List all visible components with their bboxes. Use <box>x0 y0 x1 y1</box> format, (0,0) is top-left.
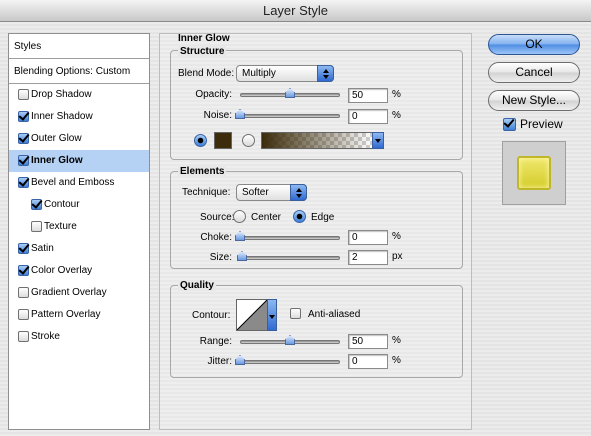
glow-gradient-picker[interactable] <box>261 132 373 149</box>
styles-header[interactable]: Styles <box>9 34 149 59</box>
contour-dropdown-arrow-icon[interactable] <box>267 299 277 331</box>
jitter-field[interactable]: 0 <box>348 354 388 369</box>
style-item-label: Satin <box>31 243 54 254</box>
window-title: Layer Style <box>0 0 591 22</box>
style-item-label: Inner Glow <box>31 155 83 166</box>
blend-mode-value: Multiply <box>242 68 276 79</box>
style-item-label: Stroke <box>31 331 60 342</box>
jitter-label: Jitter: <box>207 356 232 367</box>
size-slider[interactable] <box>240 256 340 260</box>
checkbox-icon[interactable] <box>18 133 29 144</box>
preview-label: Preview <box>520 117 563 131</box>
checkbox-icon[interactable] <box>18 309 29 320</box>
style-items: Drop Shadow Inner Shadow Outer Glow Inner G… <box>9 84 149 348</box>
checkbox-icon[interactable] <box>31 199 42 210</box>
inner-glow-panel: Inner Glow Structure Blend Mode: Multipl… <box>159 33 472 430</box>
glow-color-swatch[interactable] <box>214 132 232 149</box>
range-unit: % <box>392 335 401 346</box>
popup-arrow-icon <box>317 65 334 82</box>
new-style-button[interactable]: New Style... <box>488 90 580 111</box>
preview-thumbnail <box>517 156 551 190</box>
style-item-gradient-overlay[interactable]: Gradient Overlay <box>9 282 149 304</box>
style-preview <box>502 141 566 205</box>
checkbox-icon[interactable] <box>18 331 29 342</box>
quality-title: Quality <box>178 280 216 291</box>
size-unit: px <box>392 251 403 262</box>
technique-value: Softer <box>242 187 269 198</box>
style-item-label: Texture <box>44 221 77 232</box>
gradient-dropdown-arrow-icon[interactable] <box>372 132 384 149</box>
source-center-label: Center <box>251 212 282 223</box>
checkbox-icon[interactable] <box>18 177 29 188</box>
checkbox-icon[interactable] <box>31 221 42 232</box>
contour-label: Contour: <box>192 310 231 321</box>
cancel-button[interactable]: Cancel <box>488 62 580 83</box>
range-field[interactable]: 50 <box>348 334 388 349</box>
style-item-color-overlay[interactable]: Color Overlay <box>9 260 149 282</box>
style-item-texture[interactable]: Texture <box>9 216 149 238</box>
checkbox-icon[interactable] <box>18 243 29 254</box>
technique-label: Technique: <box>182 187 231 198</box>
style-item-contour[interactable]: Contour <box>9 194 149 216</box>
jitter-slider[interactable] <box>240 360 340 364</box>
checkbox-icon[interactable] <box>18 155 29 166</box>
source-edge-radio-icon[interactable] <box>293 210 306 223</box>
opacity-label: Opacity: <box>195 89 232 100</box>
style-item-pattern-overlay[interactable]: Pattern Overlay <box>9 304 149 326</box>
noise-unit: % <box>392 110 401 121</box>
style-item-label: Inner Shadow <box>31 111 93 122</box>
ok-button[interactable]: OK <box>488 34 580 55</box>
contour-curve-icon <box>237 300 267 330</box>
choke-unit: % <box>392 231 401 242</box>
blend-mode-select[interactable]: Multiply <box>236 65 334 82</box>
anti-aliased-checkbox[interactable] <box>290 308 301 319</box>
checkbox-icon[interactable] <box>18 111 29 122</box>
solid-color-radio-icon[interactable] <box>194 134 207 147</box>
source-center-radio-icon[interactable] <box>233 210 246 223</box>
source-label: Source: <box>200 212 235 223</box>
style-item-stroke[interactable]: Stroke <box>9 326 149 348</box>
size-field[interactable]: 2 <box>348 250 388 265</box>
choke-slider[interactable] <box>240 236 340 240</box>
style-item-outer-glow[interactable]: Outer Glow <box>9 128 149 150</box>
checkbox-icon[interactable] <box>18 287 29 298</box>
popup-arrow-icon <box>290 184 307 201</box>
blend-mode-label: Blend Mode: <box>178 68 235 79</box>
elements-title: Elements <box>178 166 227 177</box>
preview-checkbox[interactable] <box>503 118 516 131</box>
style-item-inner-glow[interactable]: Inner Glow <box>9 150 149 172</box>
style-item-label: Outer Glow <box>31 133 82 144</box>
source-edge-label: Edge <box>311 212 335 223</box>
styles-list: Styles Blending Options: Custom Drop Sha… <box>8 33 150 430</box>
style-item-label: Drop Shadow <box>31 89 92 100</box>
opacity-field[interactable]: 50 <box>348 88 388 103</box>
style-item-drop-shadow[interactable]: Drop Shadow <box>9 84 149 106</box>
checkbox-icon[interactable] <box>18 265 29 276</box>
structure-title: Structure <box>178 46 227 57</box>
choke-label: Choke: <box>200 232 232 243</box>
style-item-satin[interactable]: Satin <box>9 238 149 260</box>
style-item-label: Color Overlay <box>31 265 93 276</box>
panel-title: Inner Glow <box>178 33 230 44</box>
technique-select[interactable]: Softer <box>236 184 307 201</box>
noise-slider[interactable] <box>240 114 340 118</box>
noise-field[interactable]: 0 <box>348 109 388 124</box>
noise-label: Noise: <box>203 110 232 121</box>
opacity-unit: % <box>392 89 401 100</box>
blending-options-item[interactable]: Blending Options: Custom <box>9 59 149 84</box>
size-label: Size: <box>209 252 232 263</box>
style-item-label: Contour <box>44 199 80 210</box>
style-item-label: Pattern Overlay <box>31 309 101 320</box>
range-label: Range: <box>199 336 232 347</box>
gradient-radio-icon[interactable] <box>242 134 255 147</box>
style-item-bevel-and-emboss[interactable]: Bevel and Emboss <box>9 172 149 194</box>
style-item-inner-shadow[interactable]: Inner Shadow <box>9 106 149 128</box>
choke-field[interactable]: 0 <box>348 230 388 245</box>
style-item-label: Bevel and Emboss <box>31 177 115 188</box>
checkbox-icon[interactable] <box>18 89 29 100</box>
jitter-unit: % <box>392 355 401 366</box>
style-item-label: Gradient Overlay <box>31 287 107 298</box>
contour-picker[interactable] <box>236 299 268 331</box>
anti-aliased-label: Anti-aliased <box>308 309 361 320</box>
